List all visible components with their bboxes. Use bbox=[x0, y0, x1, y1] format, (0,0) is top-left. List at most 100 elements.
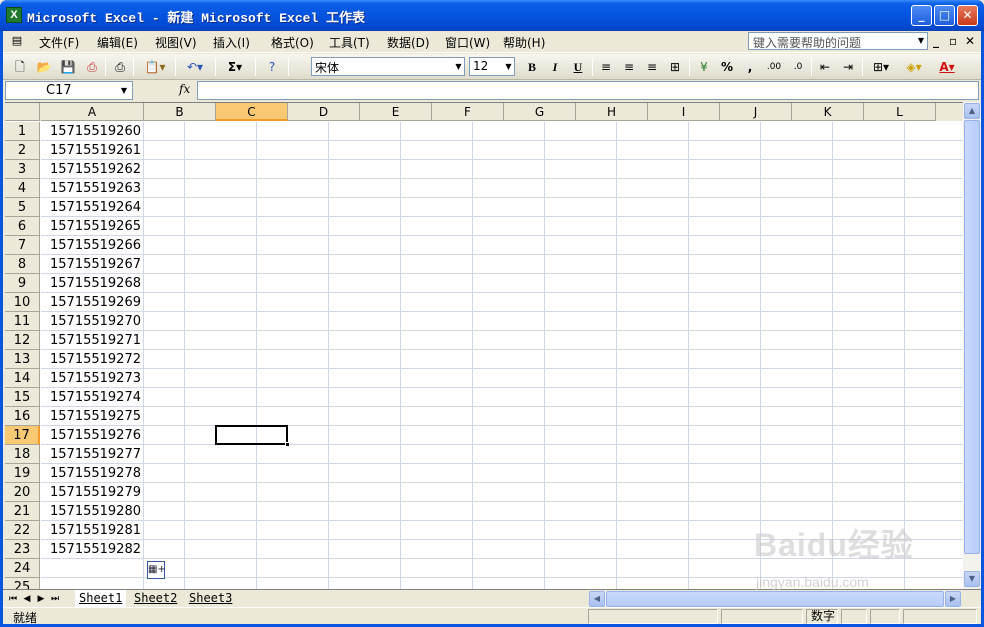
cell-a18[interactable]: 15715519277 bbox=[42, 445, 143, 464]
row-header-15[interactable]: 15 bbox=[5, 388, 40, 407]
cell-a16[interactable]: 15715519275 bbox=[42, 407, 143, 426]
column-header-j[interactable]: J bbox=[720, 103, 792, 121]
row-header-1[interactable]: 1 bbox=[5, 122, 40, 141]
chevron-down-icon[interactable]: ▼ bbox=[453, 58, 464, 75]
row-header-24[interactable]: 24 bbox=[5, 559, 40, 578]
menu-insert[interactable]: 插入(I) bbox=[213, 34, 250, 51]
doc-close-button[interactable]: ✕ bbox=[965, 34, 975, 48]
column-header-i[interactable]: I bbox=[648, 103, 720, 121]
cell-a9[interactable]: 15715519268 bbox=[42, 274, 143, 293]
help-icon[interactable]: ? bbox=[263, 58, 281, 76]
font-name-select[interactable]: 宋体 ▼ bbox=[311, 57, 465, 76]
cell-a15[interactable]: 15715519274 bbox=[42, 388, 143, 407]
currency-icon[interactable]: ¥ bbox=[695, 58, 713, 76]
formula-input[interactable] bbox=[197, 81, 979, 100]
column-header-f[interactable]: F bbox=[432, 103, 504, 121]
row-header-13[interactable]: 13 bbox=[5, 350, 40, 369]
cell-a3[interactable]: 15715519262 bbox=[42, 160, 143, 179]
menu-help[interactable]: 帮助(H) bbox=[503, 34, 545, 51]
column-header-k[interactable]: K bbox=[792, 103, 864, 121]
row-header-25[interactable]: 25 bbox=[5, 578, 40, 589]
maximize-button[interactable]: □ bbox=[934, 5, 955, 26]
fill-handle[interactable] bbox=[285, 442, 290, 447]
save-icon[interactable]: 💾 bbox=[59, 58, 77, 76]
menu-file[interactable]: 文件(F) bbox=[39, 34, 79, 51]
align-right-icon[interactable]: ≡ bbox=[643, 58, 661, 76]
align-left-icon[interactable]: ≡ bbox=[597, 58, 615, 76]
row-header-11[interactable]: 11 bbox=[5, 312, 40, 331]
next-sheet-icon[interactable]: ▶ bbox=[35, 592, 47, 606]
percent-button[interactable]: % bbox=[718, 58, 736, 76]
cell-a12[interactable]: 15715519271 bbox=[42, 331, 143, 350]
horizontal-scroll-thumb[interactable] bbox=[606, 591, 944, 607]
cell-a7[interactable]: 15715519266 bbox=[42, 236, 143, 255]
undo-icon[interactable]: ↶▾ bbox=[181, 58, 209, 76]
decrease-indent-icon[interactable]: ⇤ bbox=[816, 58, 834, 76]
row-header-21[interactable]: 21 bbox=[5, 502, 40, 521]
menu-tools[interactable]: 工具(T) bbox=[329, 34, 370, 51]
column-header-e[interactable]: E bbox=[360, 103, 432, 121]
autosum-icon[interactable]: Σ▾ bbox=[221, 58, 249, 76]
active-cell-c17[interactable] bbox=[215, 425, 288, 445]
row-header-4[interactable]: 4 bbox=[5, 179, 40, 198]
comma-button[interactable]: , bbox=[741, 58, 759, 76]
open-folder-icon[interactable]: 📂 bbox=[35, 58, 53, 76]
paste-icon[interactable]: 📋▾ bbox=[141, 58, 169, 76]
column-header-g[interactable]: G bbox=[504, 103, 576, 121]
row-header-22[interactable]: 22 bbox=[5, 521, 40, 540]
row-header-10[interactable]: 10 bbox=[5, 293, 40, 312]
row-header-19[interactable]: 19 bbox=[5, 464, 40, 483]
cell-a2[interactable]: 15715519261 bbox=[42, 141, 143, 160]
fill-color-icon[interactable]: ◈▾ bbox=[900, 58, 928, 76]
cell-a14[interactable]: 15715519273 bbox=[42, 369, 143, 388]
cell-a23[interactable]: 15715519282 bbox=[42, 540, 143, 559]
cell-a19[interactable]: 15715519278 bbox=[42, 464, 143, 483]
underline-button[interactable]: U bbox=[569, 58, 587, 76]
doc-restore-button[interactable]: ▫ bbox=[949, 34, 957, 48]
tab-sheet1[interactable]: Sheet1 bbox=[75, 590, 127, 607]
bold-button[interactable]: B bbox=[523, 58, 541, 76]
row-header-2[interactable]: 2 bbox=[5, 141, 40, 160]
tab-sheet3[interactable]: Sheet3 bbox=[185, 590, 236, 607]
decrease-decimal-button[interactable]: .0 bbox=[787, 58, 809, 76]
row-header-18[interactable]: 18 bbox=[5, 445, 40, 464]
increase-indent-icon[interactable]: ⇥ bbox=[839, 58, 857, 76]
horizontal-scrollbar[interactable]: ◀ ▶ bbox=[589, 591, 961, 607]
excel-app-icon[interactable]: X bbox=[6, 7, 22, 23]
cell-grid[interactable] bbox=[41, 122, 963, 589]
first-sheet-icon[interactable]: ⏮ bbox=[7, 592, 19, 606]
italic-button[interactable]: I bbox=[546, 58, 564, 76]
row-header-5[interactable]: 5 bbox=[5, 198, 40, 217]
column-header-c[interactable]: C bbox=[216, 103, 288, 121]
row-header-16[interactable]: 16 bbox=[5, 407, 40, 426]
borders-icon[interactable]: ⊞▾ bbox=[867, 58, 895, 76]
print-icon[interactable]: ⎙ bbox=[111, 58, 129, 76]
scroll-left-icon[interactable]: ◀ bbox=[589, 591, 605, 607]
column-header-b[interactable]: B bbox=[144, 103, 216, 121]
row-header-17[interactable]: 17 bbox=[5, 426, 40, 445]
cell-a21[interactable]: 15715519280 bbox=[42, 502, 143, 521]
merge-center-icon[interactable]: ⊞ bbox=[666, 58, 684, 76]
row-header-14[interactable]: 14 bbox=[5, 369, 40, 388]
cell-a8[interactable]: 15715519267 bbox=[42, 255, 143, 274]
minimize-button[interactable]: _ bbox=[911, 5, 932, 26]
menu-view[interactable]: 视图(V) bbox=[155, 34, 197, 51]
row-header-6[interactable]: 6 bbox=[5, 217, 40, 236]
new-document-icon[interactable]: 🗋 bbox=[11, 58, 29, 76]
row-header-9[interactable]: 9 bbox=[5, 274, 40, 293]
workbook-icon[interactable]: ▤ bbox=[8, 32, 26, 50]
prev-sheet-icon[interactable]: ◀ bbox=[21, 592, 33, 606]
cell-a1[interactable]: 15715519260 bbox=[42, 122, 143, 141]
cell-a5[interactable]: 15715519264 bbox=[42, 198, 143, 217]
scroll-right-icon[interactable]: ▶ bbox=[945, 591, 961, 607]
column-header-a[interactable]: A bbox=[41, 103, 144, 121]
column-header-l[interactable]: L bbox=[864, 103, 936, 121]
row-header-8[interactable]: 8 bbox=[5, 255, 40, 274]
cell-a20[interactable]: 15715519279 bbox=[42, 483, 143, 502]
doc-minimize-button[interactable]: _ bbox=[933, 34, 939, 48]
font-size-select[interactable]: 12 ▼ bbox=[469, 57, 515, 76]
column-header-d[interactable]: D bbox=[288, 103, 360, 121]
row-header-12[interactable]: 12 bbox=[5, 331, 40, 350]
tab-sheet2[interactable]: Sheet2 bbox=[130, 590, 181, 607]
font-color-icon[interactable]: A▾ bbox=[933, 58, 961, 76]
